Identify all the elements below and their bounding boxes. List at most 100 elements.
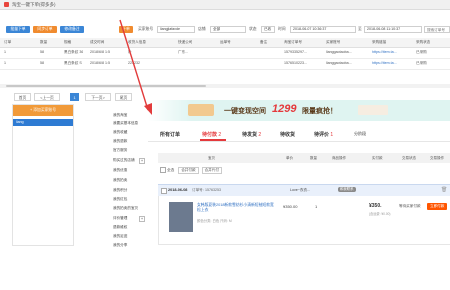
add-buyer-account-button[interactable]: + 添加买家账号 <box>13 105 73 116</box>
cell-purchase-link[interactable]: https://item.ta... <box>372 48 397 57</box>
pay-now-button[interactable]: 立即付款 <box>427 203 448 210</box>
annotation-arrow-icon <box>119 19 152 115</box>
banner-amount: 1299 <box>272 103 297 115</box>
side-menu-item[interactable]: 我的收藏 <box>113 130 127 135</box>
cell-buyer: lianggaotaoba... <box>326 61 352 65</box>
page-number-current[interactable]: 1 <box>70 93 79 101</box>
side-menu-item[interactable]: 我的足迹 <box>113 234 127 239</box>
order-shop-name[interactable]: Love~衣衣... <box>290 188 310 193</box>
cell-buyer: lianggaotaoba... <box>326 50 352 54</box>
tab-pending-review[interactable]: 待评价 1 <box>314 131 333 138</box>
side-menu-item[interactable]: 我的退款 <box>113 139 127 144</box>
order-item: 女韩版夏装2018新款雪纺衫小清新短袖短款宽松上衣 颜色分类: 白色 尺码: M… <box>158 196 450 245</box>
market-header-price: 单价 <box>286 156 293 160</box>
prev-page-button[interactable]: <上一页 <box>34 93 60 101</box>
header-qty: 数量 <box>40 40 48 44</box>
tab-stages[interactable]: 分阶段 <box>354 131 366 137</box>
table-row[interactable]: 1 58 黑白条纹 36 2018/6/8 1:5 朴 广东... 157933… <box>0 48 450 59</box>
product-thumbnail[interactable] <box>169 202 193 232</box>
side-menu-item[interactable]: 我的优惠 <box>113 168 127 173</box>
buyer-account-panel: + 添加买家账号 liang <box>12 104 74 246</box>
cell-purchase-link[interactable]: https://item.ta... <box>372 59 397 68</box>
header-spec: 规格 <box>64 40 72 44</box>
date-to-input[interactable]: 2018-06-08 11:10:37 <box>364 26 422 33</box>
side-menu-item[interactable]: 我的拍卖的宝贝 <box>113 206 138 211</box>
cell-time: 2018/6/8 1:5 <box>90 61 110 65</box>
order-date: 2018-06-08 <box>168 188 188 192</box>
cell-order: 1 <box>4 61 6 65</box>
item-paid-amount: ¥350. <box>369 203 382 209</box>
tab-pending-receipt[interactable]: 待收货 <box>280 131 295 138</box>
item-status: 等待买家付款 <box>399 204 421 208</box>
merge-pay-button[interactable]: 合并付款 <box>178 167 199 174</box>
batch-order-button[interactable]: 批量下单 <box>6 26 30 33</box>
first-page-button[interactable]: 首页 <box>14 93 31 101</box>
app-icon <box>4 2 9 7</box>
order-number: 15763253 <box>205 188 221 192</box>
market-header-status: 交易状态 <box>402 156 416 160</box>
side-menu-item[interactable]: 退款维权 <box>113 225 127 230</box>
merge-proxy-pay-button[interactable]: 合并代付 <box>201 167 222 174</box>
title-bar: 淘宝—键下单(得多多) <box>0 0 450 10</box>
market-table-header: 宝贝 单价 数量 商品操作 实付款 交易状态 交易操作 <box>158 153 450 163</box>
product-title[interactable]: 女韩版夏装2018新款雪纺衫小清新短袖短款宽松上衣 <box>197 203 277 213</box>
banner-text: 一键变现空间 <box>224 108 266 115</box>
shop-filter-label: 店铺 <box>198 27 206 31</box>
side-menu-item[interactable]: 我的拍卖 <box>113 178 127 183</box>
header-purchase-status: 采购状态 <box>416 40 431 44</box>
side-menu-item[interactable]: 我的分享 <box>113 243 127 248</box>
order-number-label: 订单号: <box>192 188 204 192</box>
banner-product-image <box>188 104 214 116</box>
cell-courier: 广东... <box>178 50 189 54</box>
cell-qty: 58 <box>40 61 44 65</box>
date-from-input[interactable]: 2018-06-07 10:36:37 <box>290 26 356 33</box>
header-buyer: 买家账号 <box>326 40 341 44</box>
side-menu-item[interactable]: 我的积分 <box>113 188 127 193</box>
side-menu-item[interactable]: 我要买基本信息 <box>113 121 138 126</box>
header-purchase-link: 采购链接 <box>372 40 387 44</box>
delete-order-icon[interactable]: 🗑 <box>441 187 447 193</box>
order-checkbox[interactable] <box>161 188 167 194</box>
sync-order-button[interactable]: 同步订单 <box>33 26 57 33</box>
order-search-input[interactable] <box>424 26 450 33</box>
tab-pending-payment[interactable]: 待付款 2 <box>202 131 221 138</box>
contact-seller-button[interactable]: 和我联系 <box>338 187 356 192</box>
tab-pending-shipment[interactable]: 待发货 2 <box>242 131 261 138</box>
side-menu-item[interactable]: 评价管理 <box>113 216 127 221</box>
shop-filter-select[interactable]: 全部 <box>210 26 246 33</box>
state-filter-label: 状态 <box>249 27 257 31</box>
cell-purchase-status: 已采购 <box>416 61 427 65</box>
item-price: ¥350.00 <box>283 204 298 209</box>
orders-table-header: 订单 数量 规格 成交时间 收货人信息 快递公司 运单号 备注 淘宝订单号 买家… <box>0 38 450 48</box>
side-menu-item[interactable]: 官方服务 <box>113 148 127 153</box>
table-horizontal-scrollbar[interactable] <box>0 84 450 88</box>
cell-taobao-order: 1576510223... <box>284 61 307 65</box>
tab-all-orders[interactable]: 所有订单 <box>160 131 180 138</box>
cell-spec: 黑白条纹 S <box>64 61 82 65</box>
order-header: 2018-06-08 订单号: 15763253 Love~衣衣... 和我联系… <box>158 184 450 196</box>
expand-plus-icon[interactable]: + <box>139 158 145 164</box>
edit-remark-button[interactable]: 修改备注 <box>60 26 84 33</box>
cell-purchase-status: 已采购 <box>416 50 427 54</box>
scrollbar-thumb[interactable] <box>6 85 206 87</box>
header-waybill: 运单号 <box>220 40 231 44</box>
state-filter-select[interactable]: 已收 <box>261 26 275 33</box>
toolbar: 批量下单 同步订单 修改备注 下单 买家账号 liangjiafaxde 店铺 … <box>0 26 450 37</box>
banner-suffix: 限量疯抢！ <box>302 108 337 115</box>
header-time: 成交时间 <box>90 40 105 44</box>
cell-qty: 58 <box>40 50 44 54</box>
side-menu-item[interactable]: 我的红包 <box>113 197 127 202</box>
date-range-label: 时间 <box>278 27 286 31</box>
side-menu-item[interactable]: 购买过的店铺 <box>113 158 135 163</box>
product-sku: 颜色分类: 白色 尺码: M <box>197 219 232 223</box>
buyer-account-item[interactable]: liang <box>13 119 73 126</box>
cell-order: 1 <box>4 50 6 54</box>
buyer-account-select[interactable]: liangjiafaxde <box>157 26 195 33</box>
item-shipping-note: (含运费: ¥0.00) <box>369 212 391 216</box>
next-page-button[interactable]: 下一页> <box>85 93 111 101</box>
header-courier: 快递公司 <box>178 40 193 44</box>
table-row[interactable]: 1 58 黑白条纹 S 2018/6/8 1:5 223232 15765102… <box>0 59 450 70</box>
promo-banner[interactable]: 一键变现空间 1299 限量疯抢！ <box>148 100 450 121</box>
select-all-checkbox[interactable] <box>160 167 166 174</box>
expand-plus-icon[interactable]: + <box>139 216 145 222</box>
